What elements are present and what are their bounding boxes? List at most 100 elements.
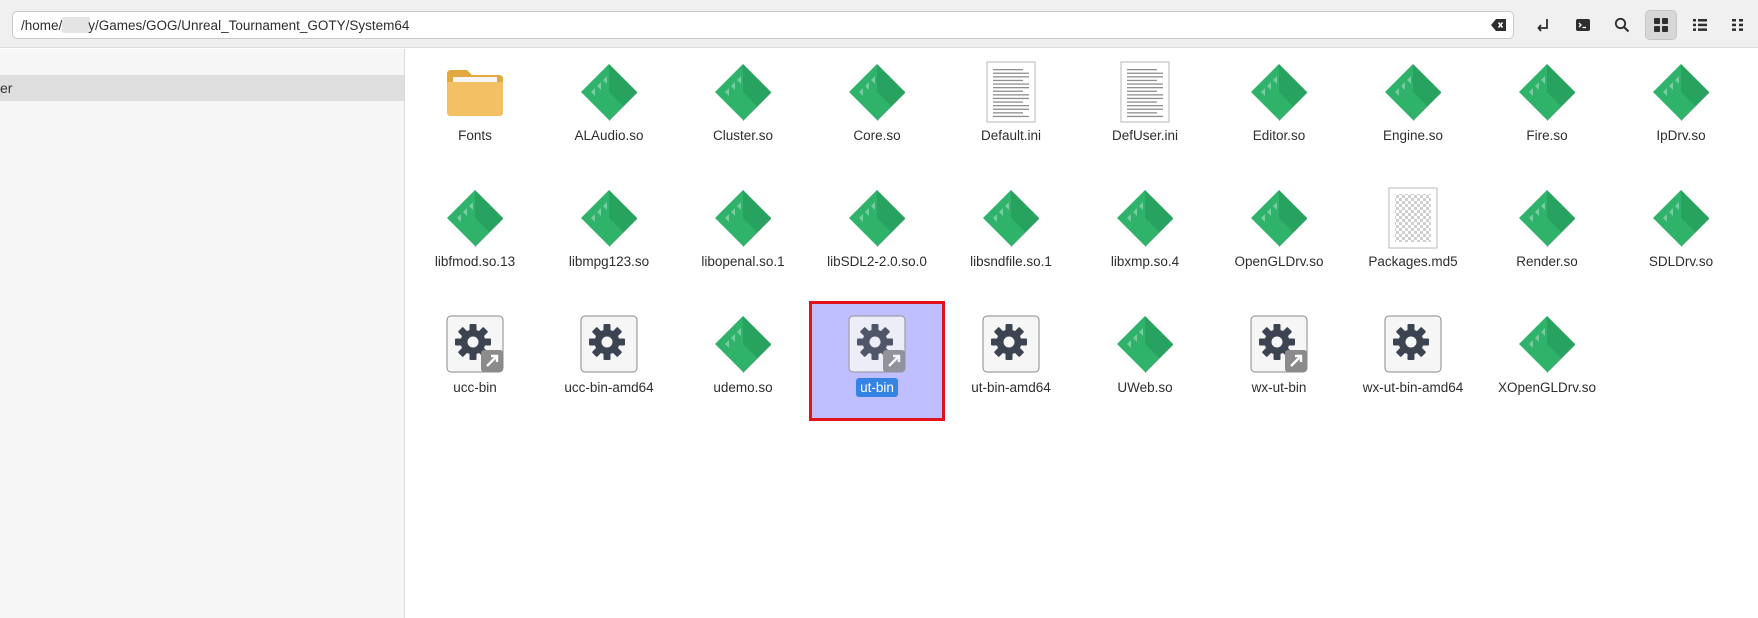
compact-view-icon <box>1732 19 1743 31</box>
text-document-icon <box>979 60 1043 124</box>
file-name: Fire.so <box>1526 128 1568 143</box>
file-item[interactable]: ucc-bin-amd64 <box>544 304 674 418</box>
executable-icon <box>979 312 1043 376</box>
file-item[interactable]: Engine.so <box>1348 52 1478 166</box>
go-to-folder-button[interactable] <box>1528 10 1560 40</box>
file-item[interactable]: UWeb.so <box>1080 304 1210 418</box>
file-item[interactable]: libmpg123.so <box>544 178 674 292</box>
file-item[interactable]: wx-ut-bin-amd64 <box>1348 304 1478 418</box>
path-prefix: /home/ <box>21 17 63 33</box>
view-options-button[interactable] <box>1722 10 1754 40</box>
file-name: udemo.so <box>713 380 773 395</box>
file-item[interactable]: Core.so <box>812 52 942 166</box>
shared-library-icon <box>711 312 775 376</box>
shared-library-icon <box>711 60 775 124</box>
location-entry[interactable]: /home/ y/Games/GOG/Unreal_Tournament_GOT… <box>12 11 1514 39</box>
file-item[interactable]: libxmp.so.4 <box>1080 178 1210 292</box>
file-name: Packages.md5 <box>1368 254 1458 269</box>
shared-library-icon <box>845 60 909 124</box>
file-name: OpenGLDrv.so <box>1234 254 1324 269</box>
file-name: IpDrv.so <box>1656 128 1706 143</box>
clear-location-icon[interactable] <box>1491 18 1507 32</box>
file-item[interactable]: Packages.md5 <box>1348 178 1478 292</box>
terminal-icon <box>1576 19 1590 31</box>
shared-library-icon <box>443 186 507 250</box>
file-name: Editor.so <box>1252 128 1306 143</box>
shared-library-icon <box>1113 312 1177 376</box>
file-name: libSDL2-2.0.so.0 <box>827 254 927 269</box>
file-item[interactable]: libSDL2-2.0.so.0 <box>812 178 942 292</box>
file-name: XOpenGLDrv.so <box>1497 380 1597 395</box>
file-item[interactable]: Default.ini <box>946 52 1076 166</box>
file-name: ucc-bin <box>453 380 497 395</box>
file-item[interactable]: ucc-bin <box>410 304 540 418</box>
executable-symlink-icon <box>845 312 909 376</box>
shared-library-icon <box>1247 60 1311 124</box>
shared-library-icon <box>1381 60 1445 124</box>
file-item[interactable]: DefUser.ini <box>1080 52 1210 166</box>
shared-library-icon <box>1113 186 1177 250</box>
file-name: DefUser.ini <box>1111 128 1179 143</box>
file-item[interactable]: ut-bin <box>809 301 945 421</box>
file-item[interactable]: Cluster.so <box>678 52 808 166</box>
file-item[interactable]: wx-ut-bin <box>1214 304 1344 418</box>
grid-view-icon <box>1654 18 1668 32</box>
path-suffix: y/Games/GOG/Unreal_Tournament_GOTY/Syste… <box>88 17 410 33</box>
search-icon <box>1614 17 1630 33</box>
file-name: libfmod.so.13 <box>434 254 516 269</box>
file-item[interactable]: OpenGLDrv.so <box>1214 178 1344 292</box>
redacted-username <box>62 17 91 33</box>
file-name: Core.so <box>853 128 901 143</box>
shared-library-icon <box>845 186 909 250</box>
file-item[interactable]: libsndfile.so.1 <box>946 178 1076 292</box>
file-item[interactable]: ALAudio.so <box>544 52 674 166</box>
list-view-icon <box>1693 19 1707 31</box>
search-button[interactable] <box>1606 10 1638 40</box>
file-name: wx-ut-bin-amd64 <box>1362 380 1464 395</box>
executable-symlink-icon <box>1247 312 1311 376</box>
file-item[interactable]: SDLDrv.so <box>1616 178 1746 292</box>
shared-library-icon <box>577 186 641 250</box>
shared-library-icon <box>1515 186 1579 250</box>
file-name: UWeb.so <box>1117 380 1173 395</box>
sidebar-item-label: er <box>0 80 13 96</box>
file-name: ALAudio.so <box>574 128 644 143</box>
executable-symlink-icon <box>443 312 507 376</box>
file-item[interactable]: XOpenGLDrv.so <box>1482 304 1612 418</box>
file-item[interactable]: Fire.so <box>1482 52 1612 166</box>
file-name: Engine.so <box>1382 128 1444 143</box>
sidebar: er <box>0 49 405 618</box>
file-item[interactable]: libfmod.so.13 <box>410 178 540 292</box>
file-name: Render.so <box>1516 254 1578 269</box>
file-item[interactable]: Editor.so <box>1214 52 1344 166</box>
file-name: SDLDrv.so <box>1648 254 1714 269</box>
executable-icon <box>1381 312 1445 376</box>
shared-library-icon <box>1649 186 1713 250</box>
executable-icon <box>577 312 641 376</box>
shared-library-icon <box>979 186 1043 250</box>
file-name: Fonts <box>458 128 492 143</box>
shared-library-icon <box>1649 60 1713 124</box>
file-name: Cluster.so <box>712 128 774 143</box>
shared-library-icon <box>711 186 775 250</box>
file-item[interactable]: libopenal.so.1 <box>678 178 808 292</box>
list-view-button[interactable] <box>1684 10 1716 40</box>
file-name: wx-ut-bin <box>1251 380 1307 395</box>
file-item[interactable]: ut-bin-amd64 <box>946 304 1076 418</box>
sidebar-item-selected[interactable]: er <box>0 75 404 101</box>
shared-library-icon <box>1247 186 1311 250</box>
generic-file-icon <box>1381 186 1445 250</box>
text-document-icon <box>1113 60 1177 124</box>
file-item[interactable]: IpDrv.so <box>1616 52 1746 166</box>
file-grid: Fonts ALAudio.so Cluster.so Core.so Defa… <box>410 52 1758 618</box>
file-item[interactable]: Render.so <box>1482 178 1612 292</box>
terminal-button[interactable] <box>1567 10 1599 40</box>
file-name: ut-bin-amd64 <box>971 380 1051 395</box>
file-name: libopenal.so.1 <box>701 254 785 269</box>
shared-library-icon <box>1515 312 1579 376</box>
folder-icon <box>443 60 507 124</box>
file-item[interactable]: Fonts <box>410 52 540 166</box>
header-bar: /home/ y/Games/GOG/Unreal_Tournament_GOT… <box>0 0 1758 48</box>
grid-view-button[interactable] <box>1645 10 1677 40</box>
file-item[interactable]: udemo.so <box>678 304 808 418</box>
